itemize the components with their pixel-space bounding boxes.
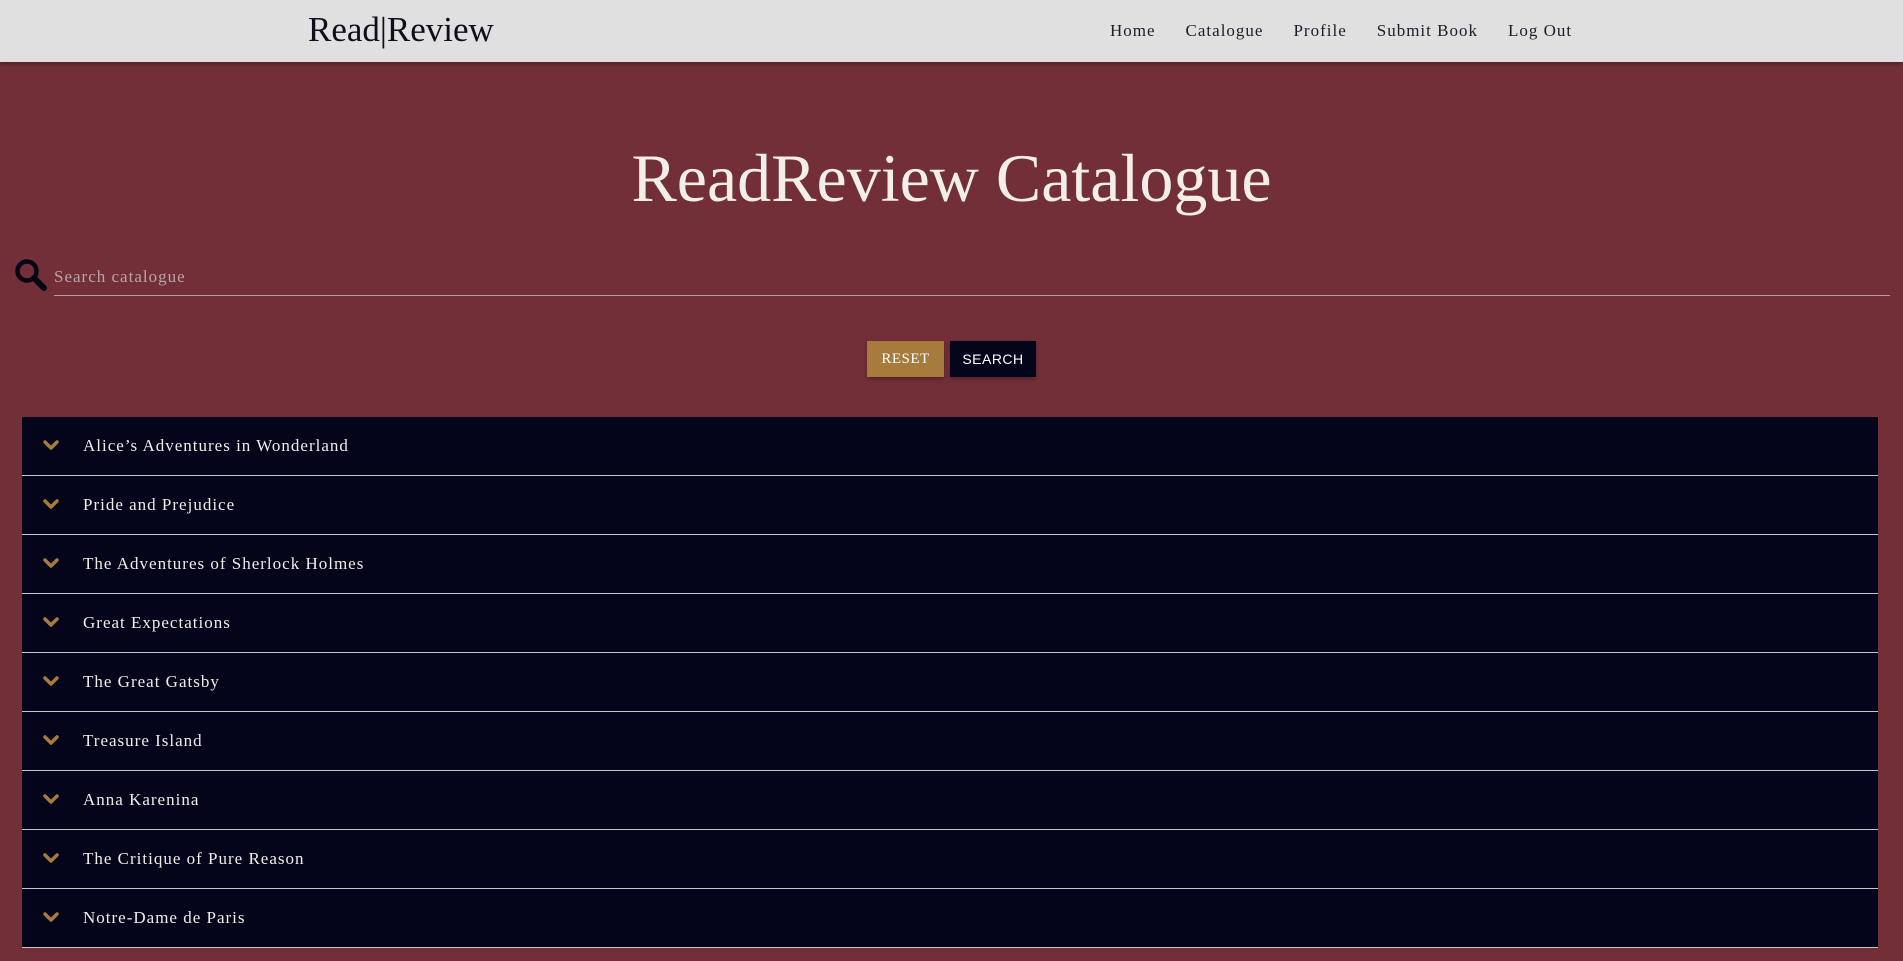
- book-list: Alice’s Adventures in Wonderland Pride a…: [22, 417, 1878, 948]
- book-item[interactable]: Pride and Prejudice: [22, 476, 1878, 535]
- book-title: Pride and Prejudice: [83, 495, 236, 514]
- chevron-down-icon: [43, 558, 59, 568]
- nav-link-catalogue[interactable]: Catalogue: [1186, 21, 1264, 41]
- book-item[interactable]: The Great Gatsby: [22, 653, 1878, 712]
- nav-link-profile[interactable]: Profile: [1293, 21, 1346, 41]
- search-icon: [14, 258, 48, 292]
- book-title: Alice’s Adventures in Wonderland: [83, 436, 349, 455]
- book-title: The Adventures of Sherlock Holmes: [83, 554, 365, 573]
- chevron-down-icon: [43, 499, 59, 509]
- book-title: The Great Gatsby: [83, 672, 220, 691]
- chevron-down-icon: [43, 794, 59, 804]
- chevron-down-icon: [43, 735, 59, 745]
- book-item[interactable]: The Critique of Pure Reason: [22, 830, 1878, 889]
- book-title: The Critique of Pure Reason: [83, 849, 305, 868]
- reset-button[interactable]: RESET: [867, 341, 944, 377]
- chevron-down-icon: [43, 676, 59, 686]
- nav-link-submit-book[interactable]: Submit Book: [1377, 21, 1478, 41]
- book-title: Notre-Dame de Paris: [83, 908, 246, 927]
- search-button[interactable]: SEARCH: [950, 341, 1036, 377]
- book-item[interactable]: Great Expectations: [22, 594, 1878, 653]
- chevron-down-icon: [43, 440, 59, 450]
- nav-link-home[interactable]: Home: [1110, 21, 1156, 41]
- book-item[interactable]: Alice’s Adventures in Wonderland: [22, 417, 1878, 476]
- search-input[interactable]: [54, 258, 1890, 296]
- book-title: Treasure Island: [83, 731, 203, 750]
- brand-logo[interactable]: Read|Review: [308, 10, 494, 50]
- book-item[interactable]: Notre-Dame de Paris: [22, 889, 1878, 948]
- chevron-down-icon: [43, 853, 59, 863]
- book-title: Anna Karenina: [83, 790, 200, 809]
- nav-links: Home Catalogue Profile Submit Book Log O…: [1110, 0, 1572, 62]
- nav-link-log-out[interactable]: Log Out: [1508, 21, 1572, 41]
- search-actions: RESET SEARCH: [0, 341, 1903, 377]
- navbar: Read|Review Home Catalogue Profile Submi…: [0, 0, 1903, 62]
- chevron-down-icon: [43, 912, 59, 922]
- book-item[interactable]: Treasure Island: [22, 712, 1878, 771]
- book-title: Great Expectations: [83, 613, 231, 632]
- book-item[interactable]: The Adventures of Sherlock Holmes: [22, 535, 1878, 594]
- book-item[interactable]: Anna Karenina: [22, 771, 1878, 830]
- chevron-down-icon: [43, 617, 59, 627]
- page-title: ReadReview Catalogue: [631, 140, 1272, 216]
